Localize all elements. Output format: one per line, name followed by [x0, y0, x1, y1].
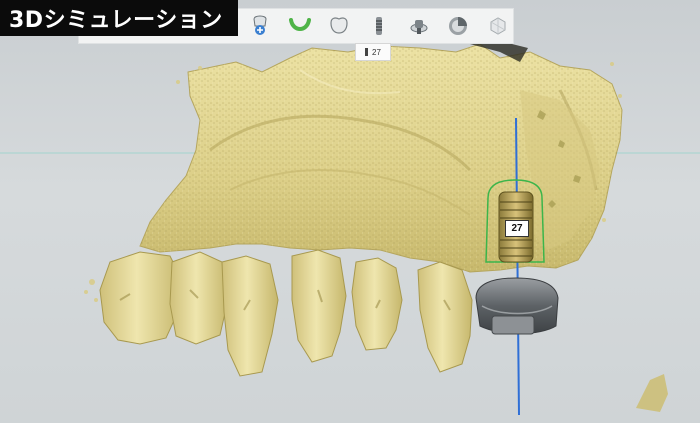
bone-density-icon	[449, 17, 468, 35]
tooth-number-indicator[interactable]: 27	[355, 43, 391, 61]
implant-plan-tool[interactable]	[245, 13, 275, 39]
tooth-number-label: 27	[372, 47, 381, 57]
model-icon	[490, 17, 506, 35]
bone-density-tool[interactable]	[444, 13, 474, 39]
implant-number-tag[interactable]: 27	[505, 220, 529, 237]
crown-model	[475, 277, 559, 335]
maxilla-bone-model	[139, 43, 623, 273]
crown-icon	[330, 17, 348, 34]
arch-tool[interactable]	[285, 13, 315, 39]
page-title: 3Dシミュレーション	[9, 8, 223, 33]
arch-icon	[288, 18, 311, 31]
model-tool[interactable]	[483, 13, 513, 39]
implant-small-icon	[365, 48, 369, 56]
anterior-teeth	[99, 249, 473, 377]
implant-icon	[376, 17, 383, 35]
title-banner: 3Dシミュレーション	[0, 0, 238, 36]
abutment-tool[interactable]	[404, 13, 434, 39]
implant-plan-icon	[253, 15, 267, 35]
abutment-icon	[410, 20, 428, 34]
3d-viewport[interactable]	[0, 0, 700, 423]
crown-tool[interactable]	[324, 13, 354, 39]
implant-number-text: 27	[511, 223, 523, 234]
implant-tool[interactable]	[364, 13, 394, 39]
